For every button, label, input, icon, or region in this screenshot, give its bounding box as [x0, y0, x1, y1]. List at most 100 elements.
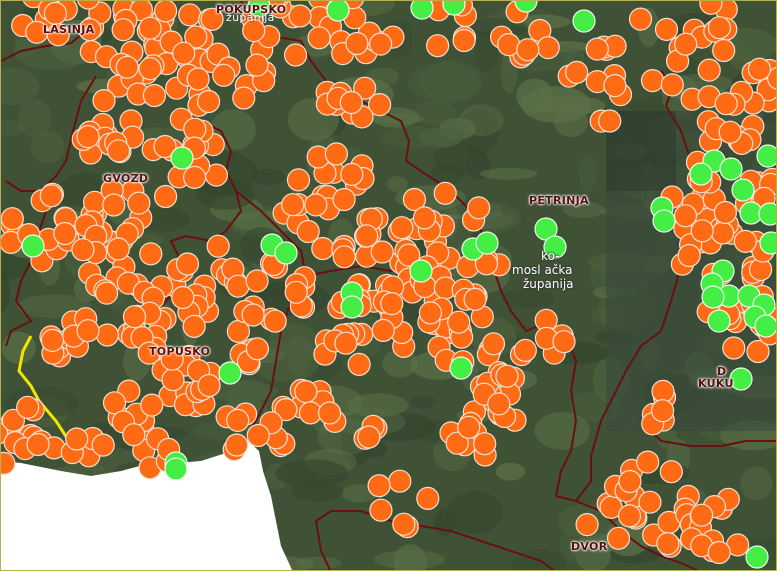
- incident-marker-orange[interactable]: [536, 35, 560, 60]
- incident-marker-orange[interactable]: [516, 38, 540, 62]
- incident-marker-orange[interactable]: [226, 408, 250, 432]
- incident-marker-orange[interactable]: [53, 221, 77, 246]
- incident-marker-orange[interactable]: [677, 243, 701, 268]
- incident-marker-orange[interactable]: [127, 191, 151, 215]
- incident-marker-orange[interactable]: [245, 337, 269, 361]
- incident-marker-orange[interactable]: [513, 338, 537, 362]
- incident-marker-green[interactable]: [449, 356, 473, 380]
- incident-marker-orange[interactable]: [603, 73, 627, 98]
- incident-marker-orange[interactable]: [656, 531, 680, 556]
- incident-marker-orange[interactable]: [154, 1, 178, 23]
- incident-marker-orange[interactable]: [718, 120, 742, 144]
- incident-marker-orange[interactable]: [650, 399, 675, 423]
- incident-marker-orange[interactable]: [284, 280, 308, 304]
- incident-marker-orange[interactable]: [186, 67, 210, 91]
- incident-marker-orange[interactable]: [617, 504, 642, 528]
- incident-marker-orange[interactable]: [585, 37, 609, 61]
- incident-marker-orange[interactable]: [697, 58, 721, 82]
- incident-marker-orange[interactable]: [332, 187, 356, 212]
- incident-marker-green[interactable]: [475, 231, 499, 255]
- incident-marker-green[interactable]: [218, 361, 242, 385]
- incident-marker-orange[interactable]: [552, 330, 576, 354]
- incident-marker-orange[interactable]: [296, 219, 320, 244]
- incident-marker-orange[interactable]: [371, 318, 395, 342]
- incident-marker-orange[interactable]: [263, 309, 287, 333]
- incident-marker-orange[interactable]: [226, 274, 250, 298]
- incident-marker-orange[interactable]: [304, 193, 328, 217]
- incident-marker-green[interactable]: [21, 234, 45, 258]
- incident-marker-orange[interactable]: [481, 332, 506, 356]
- incident-marker-orange[interactable]: [369, 32, 393, 56]
- incident-marker-orange[interactable]: [636, 450, 660, 474]
- incident-marker-orange[interactable]: [71, 238, 95, 262]
- incident-marker-orange[interactable]: [714, 92, 738, 116]
- incident-marker-orange[interactable]: [318, 401, 342, 425]
- incident-marker-orange[interactable]: [638, 490, 662, 514]
- incident-marker-orange[interactable]: [111, 18, 135, 42]
- incident-marker-orange[interactable]: [722, 336, 746, 360]
- incident-marker-orange[interactable]: [76, 125, 100, 149]
- incident-marker-green[interactable]: [719, 157, 743, 181]
- incident-marker-orange[interactable]: [288, 4, 312, 28]
- incident-marker-orange[interactable]: [94, 281, 119, 305]
- incident-marker-orange[interactable]: [339, 90, 363, 115]
- incident-marker-orange[interactable]: [245, 269, 269, 293]
- incident-marker-orange[interactable]: [713, 200, 738, 225]
- incident-marker-orange[interactable]: [154, 184, 178, 209]
- incident-marker-orange[interactable]: [457, 415, 481, 439]
- incident-marker-orange[interactable]: [654, 17, 679, 41]
- incident-marker-orange[interactable]: [115, 55, 139, 79]
- incident-marker-green[interactable]: [410, 1, 434, 20]
- map-viewport[interactable]: LASINJA POKUPSKO županija GVOZD PETRINJA…: [0, 0, 777, 571]
- incident-marker-orange[interactable]: [660, 73, 684, 97]
- incident-marker-orange[interactable]: [380, 292, 404, 316]
- incident-marker-orange[interactable]: [388, 469, 412, 493]
- incident-marker-orange[interactable]: [139, 242, 163, 266]
- incident-marker-orange[interactable]: [284, 43, 308, 67]
- incident-marker-green[interactable]: [707, 309, 731, 333]
- incident-marker-orange[interactable]: [142, 83, 166, 108]
- incident-marker-orange[interactable]: [102, 193, 126, 217]
- incident-marker-orange[interactable]: [206, 234, 230, 258]
- incident-marker-green[interactable]: [756, 144, 777, 168]
- incident-marker-orange[interactable]: [76, 319, 100, 343]
- incident-marker-orange[interactable]: [347, 352, 371, 376]
- incident-marker-orange[interactable]: [183, 165, 207, 189]
- incident-marker-orange[interactable]: [575, 512, 599, 537]
- incident-marker-orange[interactable]: [1, 207, 24, 231]
- incident-marker-orange[interactable]: [324, 142, 348, 166]
- incident-marker-green[interactable]: [759, 231, 777, 255]
- incident-marker-orange[interactable]: [747, 57, 772, 81]
- incident-marker-orange[interactable]: [733, 229, 758, 253]
- incident-marker-green[interactable]: [758, 202, 777, 226]
- incident-marker-orange[interactable]: [122, 305, 147, 329]
- incident-marker-orange[interactable]: [390, 216, 414, 240]
- incident-marker-orange[interactable]: [497, 32, 521, 57]
- incident-marker-orange[interactable]: [418, 301, 442, 325]
- incident-marker-orange[interactable]: [433, 181, 457, 205]
- incident-marker-green[interactable]: [754, 314, 777, 338]
- incident-marker-orange[interactable]: [707, 16, 732, 40]
- incident-marker-orange[interactable]: [369, 498, 393, 522]
- incident-marker-orange[interactable]: [246, 423, 270, 448]
- incident-marker-orange[interactable]: [197, 89, 221, 114]
- incident-marker-green[interactable]: [326, 1, 350, 22]
- incident-marker-orange[interactable]: [487, 392, 511, 416]
- incident-marker-orange[interactable]: [452, 28, 476, 53]
- incident-marker-orange[interactable]: [92, 88, 116, 113]
- incident-marker-green[interactable]: [164, 457, 188, 481]
- incident-marker-orange[interactable]: [65, 427, 89, 451]
- incident-marker-orange[interactable]: [172, 41, 196, 65]
- incident-marker-green[interactable]: [701, 285, 725, 309]
- incident-marker-orange[interactable]: [673, 204, 698, 228]
- incident-marker-orange[interactable]: [340, 162, 364, 186]
- incident-marker-orange[interactable]: [598, 109, 622, 133]
- incident-marker-orange[interactable]: [463, 287, 487, 311]
- incident-marker-orange[interactable]: [367, 474, 391, 498]
- incident-marker-orange[interactable]: [467, 196, 491, 220]
- incident-marker-orange[interactable]: [138, 16, 162, 40]
- incident-marker-orange[interactable]: [345, 31, 369, 56]
- incident-marker-orange[interactable]: [334, 331, 358, 355]
- incident-marker-orange[interactable]: [651, 379, 675, 403]
- incident-marker-orange[interactable]: [473, 432, 497, 456]
